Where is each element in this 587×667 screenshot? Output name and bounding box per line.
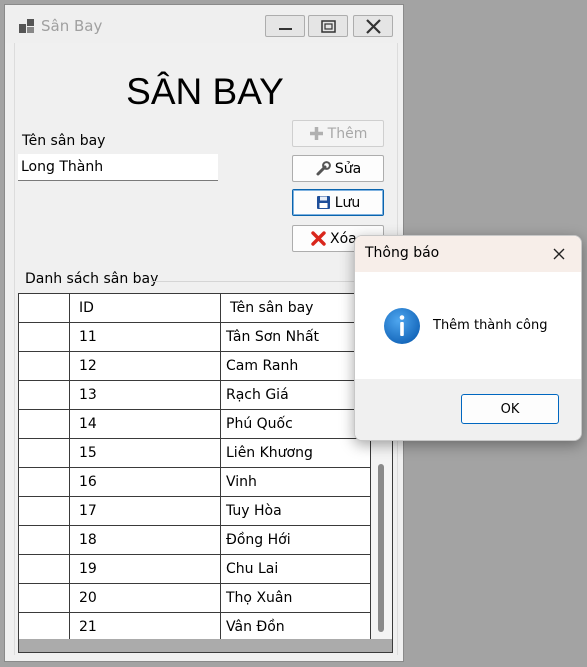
table-row[interactable]: 15 Liên Khương (19, 439, 371, 468)
id-cell[interactable]: 11 (70, 323, 221, 352)
row-header-cell[interactable] (19, 555, 70, 584)
name-cell[interactable]: Vân Đồn (221, 613, 371, 642)
table-row[interactable]: 19 Chu Lai (19, 555, 371, 584)
column-header-id[interactable]: ID (70, 294, 221, 323)
dialog-title-bar[interactable]: Thông báo (355, 236, 581, 272)
name-cell[interactable]: Rạch Giá (221, 381, 371, 410)
name-cell[interactable]: Phú Quốc (221, 410, 371, 439)
table-row[interactable]: 16 Vinh (19, 468, 371, 497)
name-cell[interactable]: Đồng Hới (221, 526, 371, 555)
delete-button-label: Xóa (330, 230, 357, 247)
ok-button-label: OK (500, 401, 520, 417)
add-button[interactable]: Thêm (292, 120, 384, 147)
ok-button[interactable]: OK (461, 394, 559, 424)
maximize-button[interactable] (308, 15, 348, 37)
row-header-cell[interactable] (19, 497, 70, 526)
vertical-scroll-thumb[interactable] (378, 464, 384, 632)
table-row[interactable]: 20 Thọ Xuân (19, 584, 371, 613)
red-x-icon (311, 231, 326, 246)
title-bar[interactable]: Sân Bay (5, 5, 403, 43)
maximize-icon (321, 20, 336, 33)
airport-name-input[interactable] (18, 154, 218, 181)
id-cell[interactable]: 16 (70, 468, 221, 497)
id-cell[interactable]: 19 (70, 555, 221, 584)
horizontal-scrollbar[interactable] (19, 639, 392, 652)
row-header-cell[interactable] (19, 410, 70, 439)
minimize-button[interactable] (265, 15, 305, 37)
close-icon (366, 19, 381, 34)
airport-name-label: Tên sân bay (22, 133, 106, 149)
app-icon (19, 19, 35, 33)
airport-list-group-label: Danh sách sân bay (25, 271, 163, 287)
id-cell[interactable]: 20 (70, 584, 221, 613)
page-heading: SÂN BAY (126, 71, 284, 112)
close-icon (553, 248, 565, 260)
row-header-cell[interactable] (19, 352, 70, 381)
id-cell[interactable]: 18 (70, 526, 221, 555)
row-header-cell[interactable] (19, 584, 70, 613)
message-dialog: Thông báo Thêm thành công OK (354, 235, 582, 441)
column-header-name[interactable]: Tên sân bay (221, 294, 371, 323)
name-cell[interactable]: Thọ Xuân (221, 584, 371, 613)
row-header-corner[interactable] (19, 294, 70, 323)
dialog-footer: OK (355, 379, 581, 440)
save-button[interactable]: Lưu (292, 189, 384, 216)
id-cell[interactable]: 14 (70, 410, 221, 439)
row-header-cell[interactable] (19, 613, 70, 642)
name-cell[interactable]: Vinh (221, 468, 371, 497)
plus-icon (309, 127, 323, 140)
name-cell[interactable]: Cam Ranh (221, 352, 371, 381)
window-title: Sân Bay (41, 17, 103, 35)
name-cell[interactable]: Tuy Hòa (221, 497, 371, 526)
name-cell[interactable]: Tân Sơn Nhất (221, 323, 371, 352)
row-header-cell[interactable] (19, 323, 70, 352)
info-icon (384, 308, 420, 344)
main-window: Sân Bay SÂN BAY Tên sân bay Thêm Sửa Lưu… (4, 4, 404, 662)
name-cell[interactable]: Liên Khương (221, 439, 371, 468)
edit-button[interactable]: Sửa (292, 155, 384, 182)
row-header-cell[interactable] (19, 381, 70, 410)
id-cell[interactable]: 12 (70, 352, 221, 381)
table-row[interactable]: 17 Tuy Hòa (19, 497, 371, 526)
wrench-icon (316, 160, 331, 175)
dialog-close-button[interactable] (547, 242, 571, 266)
name-cell[interactable]: Chu Lai (221, 555, 371, 584)
dialog-message: Thêm thành công (433, 318, 548, 333)
row-header-cell[interactable] (19, 526, 70, 555)
id-cell[interactable]: 13 (70, 381, 221, 410)
dialog-title: Thông báo (365, 245, 440, 261)
airport-grid[interactable]: ID Tên sân bay 11 Tân Sơn Nhất 12 Cam Ranh 1… (18, 293, 393, 653)
table-row[interactable]: 13 Rạch Giá (19, 381, 371, 410)
table-row[interactable]: 14 Phú Quốc (19, 410, 371, 439)
grid-header-row: ID Tên sân bay (19, 294, 371, 323)
edit-button-label: Sửa (334, 160, 362, 177)
table-row[interactable]: 12 Cam Ranh (19, 352, 371, 381)
id-cell[interactable]: 17 (70, 497, 221, 526)
table-row[interactable]: 18 Đồng Hới (19, 526, 371, 555)
row-header-cell[interactable] (19, 439, 70, 468)
close-button[interactable] (353, 15, 393, 37)
floppy-disk-icon (316, 196, 330, 209)
minimize-icon (279, 28, 292, 30)
row-header-cell[interactable] (19, 468, 70, 497)
table-row[interactable]: 21 Vân Đồn (19, 613, 371, 642)
save-button-label: Lưu (334, 194, 361, 211)
add-button-label: Thêm (327, 125, 368, 142)
id-cell[interactable]: 21 (70, 613, 221, 642)
id-cell[interactable]: 15 (70, 439, 221, 468)
table-row[interactable]: 11 Tân Sơn Nhất (19, 323, 371, 352)
